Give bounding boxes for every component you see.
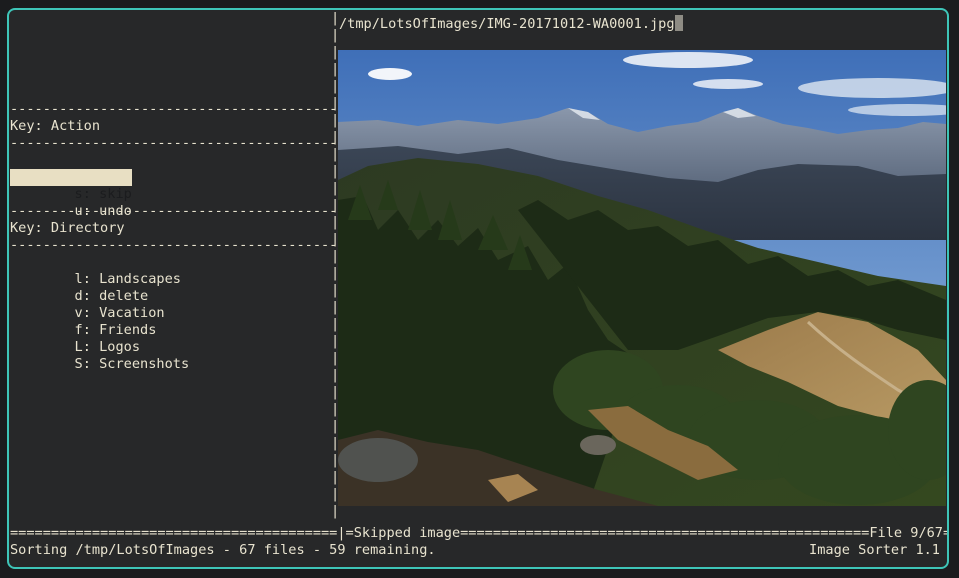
divider: ---------------------------------------- (10, 135, 338, 151)
directory-item-vacation[interactable]: v: Vacation (10, 288, 165, 321)
directory-item-screenshots[interactable]: S: Screenshots (10, 339, 190, 372)
action-item-skip[interactable]: s: skip (10, 169, 132, 202)
app-name: Image Sorter 1.1 (809, 542, 940, 558)
status-bar: ========================================… (10, 525, 949, 541)
text-cursor (674, 15, 683, 31)
sorting-info: Sorting /tmp/LotsOfImages - 67 files - 5… (10, 542, 436, 558)
separator-bar: | (331, 27, 340, 43)
divider: ---------------------------------------- (10, 101, 338, 117)
file-path: /tmp/LotsOfImages/IMG-20171012-WA0001.jp… (339, 15, 683, 33)
divider: ---------------------------------------- (10, 237, 338, 253)
key-label: S: (74, 356, 100, 372)
divider: ---------------------------------------- (10, 203, 338, 219)
directory-item-logos[interactable]: L: Logos (10, 322, 140, 355)
terminal-window: ----------------------------------------… (7, 8, 949, 569)
image-preview (338, 50, 946, 506)
directory-item-friends[interactable]: f: Friends (10, 305, 157, 338)
directory-header: Key: Directory (10, 220, 125, 236)
key-panel: ----------------------------------------… (9, 10, 337, 520)
directory-item-landscapes[interactable]: l: Landscapes (10, 254, 181, 287)
action-item-undo[interactable]: u: undo (10, 186, 132, 219)
directory-label: Screenshots (99, 356, 190, 372)
action-header: Key: Action (10, 118, 101, 134)
landscape-photo (338, 50, 946, 506)
separator-bar: | (331, 10, 340, 26)
directory-item-delete[interactable]: d: delete (10, 271, 149, 304)
action-item-quit[interactable]: q: quit (10, 152, 132, 185)
